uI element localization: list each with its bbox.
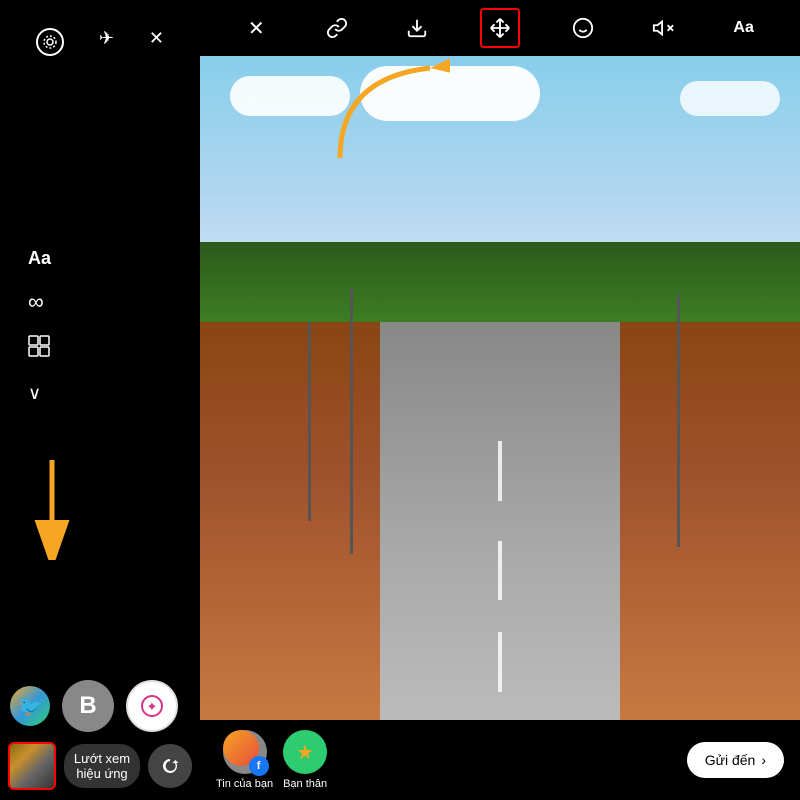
text-mode-icon[interactable]: Aa [28, 248, 180, 269]
svg-text:✦: ✦ [147, 699, 158, 714]
thumbnail-box[interactable] [8, 742, 56, 790]
tin-cua-ban-item[interactable]: f Tin của bạn [216, 730, 273, 790]
tin-cua-ban-label: Tin của bạn [216, 778, 273, 790]
power-pole-3 [677, 295, 680, 547]
earth-left [200, 322, 380, 720]
b-effect-icon[interactable]: B [62, 680, 114, 732]
mute-icon[interactable] [645, 10, 681, 46]
effects-row: 🐦 B ✦ [0, 680, 188, 732]
ban-than-label: Bạn thân [283, 778, 327, 790]
power-pole-1 [350, 288, 353, 554]
share-options: f Tin của bạn ★ Bạn thân [216, 730, 327, 790]
bottom-left: 🐦 B ✦ Lướt xem hiệu ứng [0, 680, 200, 800]
send-label: Gửi đến [705, 752, 756, 768]
flash-off-icon[interactable]: ✈ [99, 28, 114, 56]
chevron-down-icon[interactable]: ∨ [28, 383, 180, 404]
download-icon[interactable] [399, 10, 435, 46]
camera-swap-icon[interactable] [148, 744, 192, 788]
link-icon[interactable] [319, 10, 355, 46]
road-photo [200, 56, 800, 720]
yellow-arrow-bottom [22, 460, 82, 560]
ban-than-item[interactable]: ★ Bạn thân [283, 730, 327, 790]
star-effect-icon[interactable]: ✦ [126, 680, 178, 732]
road-marking-1 [498, 441, 502, 501]
effects-label[interactable]: Lướt xem hiệu ứng [64, 744, 140, 788]
top-toolbar: ✕ [200, 0, 800, 56]
ban-than-avatar: ★ [283, 730, 327, 774]
road-marking-2 [498, 541, 502, 601]
road-surface [380, 322, 620, 720]
thumbnail-image [10, 744, 54, 788]
cloud-3 [680, 81, 780, 116]
earth-right [620, 322, 800, 720]
left-mid-icons: Aa ∞ ∨ [20, 248, 180, 404]
right-panel: ✕ [200, 0, 800, 800]
star-icon: ★ [296, 740, 314, 765]
cloud-1 [230, 76, 350, 116]
bird-effect-icon[interactable]: 🐦 [10, 686, 50, 726]
close-icon[interactable]: ✕ [238, 10, 274, 46]
top-left-icons: ✈ ✕ [20, 16, 180, 68]
grid-icon[interactable] [28, 335, 180, 363]
send-button[interactable]: Gửi đến › [687, 742, 784, 778]
settings-icon[interactable] [36, 28, 64, 56]
sticker-move-icon[interactable] [480, 8, 520, 48]
cloud-2 [360, 66, 540, 121]
road-marking-3 [498, 632, 502, 692]
infinity-icon[interactable]: ∞ [28, 289, 180, 315]
bottom-bar: f Tin của bạn ★ Bạn thân Gửi đến › [200, 720, 800, 800]
emoji-icon[interactable] [565, 10, 601, 46]
power-pole-2 [308, 322, 311, 521]
send-arrow-icon: › [761, 752, 766, 768]
facebook-badge: f [249, 756, 269, 776]
text-icon[interactable]: Aa [726, 10, 762, 46]
bottom-strip: Lướt xem hiệu ứng [0, 742, 200, 790]
left-panel: ✈ ✕ Aa ∞ ∨ 🐦 B [0, 0, 200, 800]
top-close-icon[interactable]: ✕ [149, 28, 164, 56]
tin-cua-ban-avatar: f [223, 730, 267, 774]
